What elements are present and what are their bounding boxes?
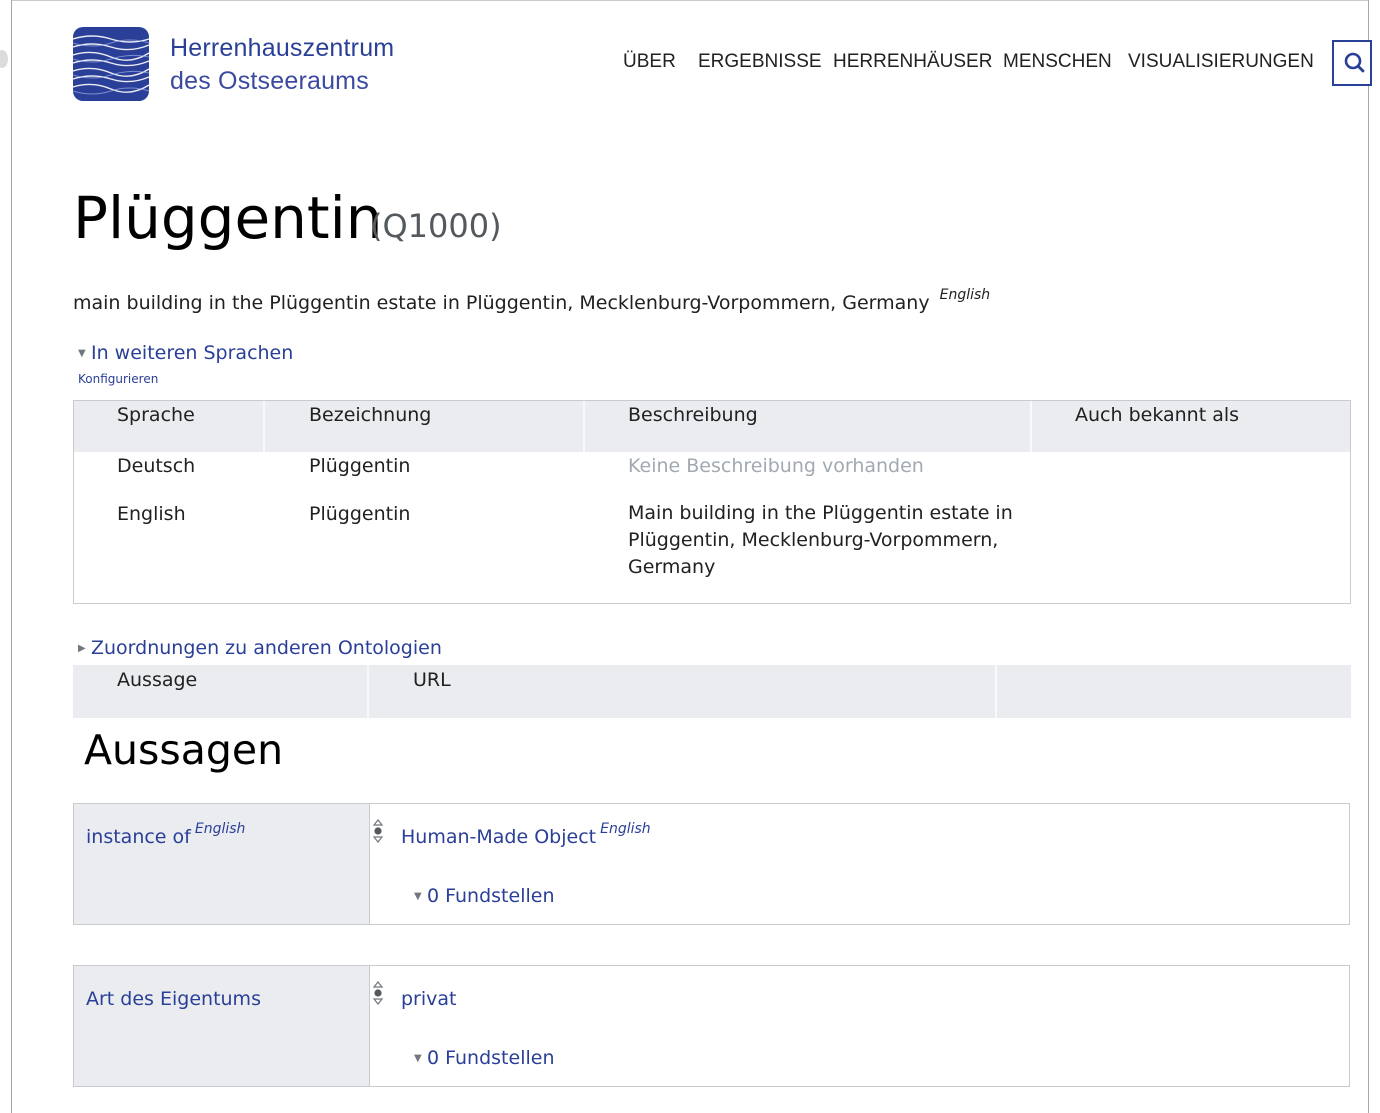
- column-header-sprache: Sprache: [117, 404, 195, 426]
- column-header-aussage: Aussage: [117, 669, 198, 691]
- nav-item-menschen[interactable]: MENSCHEN: [1003, 51, 1112, 73]
- item-description: main building in the Plüggentin estate i…: [73, 287, 990, 314]
- statement-value-link[interactable]: privat: [401, 988, 457, 1010]
- table-cell-language: English: [117, 503, 186, 525]
- table-cell-label: Plüggentin: [309, 503, 411, 525]
- column-header-url: URL: [413, 669, 451, 691]
- scroll-indicator: [0, 50, 8, 68]
- table-cell-label: Plüggentin: [309, 455, 411, 477]
- column-separator: [1030, 401, 1032, 452]
- rank-selector-icon[interactable]: [372, 817, 384, 845]
- references-label: 0 Fundstellen: [427, 1047, 555, 1069]
- column-separator: [367, 665, 369, 718]
- value-lang-tag: English: [600, 821, 651, 837]
- window-top-border: [11, 0, 1369, 1]
- triangle-down-icon: ▼: [414, 891, 422, 902]
- nav-item-ergebnisse[interactable]: ERGEBNISSE: [698, 51, 822, 73]
- nav-item-visualisierungen[interactable]: VISUALISIERUNGEN: [1128, 51, 1314, 73]
- references-toggle[interactable]: ▼ 0 Fundstellen: [414, 885, 555, 907]
- triangle-down-icon: ▼: [414, 1053, 422, 1064]
- column-separator: [263, 401, 265, 452]
- table-cell-description: Main building in the Plüggentin estate i…: [628, 502, 1013, 578]
- nav-item-ueber[interactable]: ÜBER: [623, 51, 676, 73]
- item-id: (Q1000): [370, 207, 502, 245]
- page-title: Plüggentin: [73, 184, 383, 252]
- value-label: Human-Made Object: [401, 826, 597, 848]
- other-languages-label: In weiteren Sprachen: [91, 342, 294, 364]
- column-separator: [995, 665, 997, 718]
- column-header-bezeichnung: Bezeichnung: [309, 404, 432, 426]
- table-cell-language: Deutsch: [117, 455, 196, 477]
- ontology-mappings-toggle[interactable]: ▶ Zuordnungen zu anderen Ontologien: [78, 637, 442, 659]
- configure-link[interactable]: Konfigurieren: [78, 372, 158, 386]
- description-lang-tag: English: [939, 287, 991, 303]
- references-toggle[interactable]: ▼ 0 Fundstellen: [414, 1047, 555, 1069]
- property-link[interactable]: Art des Eigentums: [86, 988, 261, 1010]
- waves-logo-icon: [73, 35, 149, 95]
- other-languages-toggle[interactable]: ▼ In weiteren Sprachen: [78, 342, 293, 364]
- statements-heading: Aussagen: [84, 726, 284, 774]
- property-label: instance of: [86, 826, 191, 848]
- property-lang-tag: English: [194, 821, 246, 837]
- triangle-right-icon: ▶: [78, 643, 86, 654]
- languages-table: Sprache Bezeichnung Beschreibung Auch be…: [73, 400, 1351, 604]
- statement-group: instance of English Human-Made Object Engl…: [73, 803, 1350, 925]
- window-right-border: [1368, 0, 1369, 1113]
- column-header-beschreibung: Beschreibung: [628, 404, 758, 426]
- languages-table-header: Sprache Bezeichnung Beschreibung Auch be…: [74, 401, 1350, 452]
- property-cell: Art des Eigentums: [74, 966, 370, 1086]
- search-button[interactable]: [1332, 40, 1372, 86]
- ontology-mappings-label: Zuordnungen zu anderen Ontologien: [91, 637, 442, 659]
- search-icon: [1344, 52, 1365, 73]
- brand-name-line2[interactable]: des Ostseeraums: [170, 67, 369, 96]
- rank-selector-icon[interactable]: [372, 979, 384, 1007]
- window-left-border: [11, 0, 12, 1113]
- triangle-down-icon: ▼: [78, 348, 86, 359]
- statement-group: Art des Eigentums privat ▼ 0 Fundstellen: [73, 965, 1350, 1087]
- brand-name-line1[interactable]: Herrenhauszentrum: [170, 34, 394, 63]
- mappings-table-header: Aussage URL: [73, 665, 1351, 718]
- site-logo[interactable]: [73, 27, 149, 101]
- property-link[interactable]: instance of English: [86, 821, 245, 848]
- description-text: main building in the Plüggentin estate i…: [73, 292, 930, 314]
- column-separator: [583, 401, 585, 452]
- references-label: 0 Fundstellen: [427, 885, 555, 907]
- table-cell-description: Keine Beschreibung vorhanden: [628, 455, 924, 477]
- statement-value-link[interactable]: Human-Made Object English: [401, 821, 651, 848]
- property-cell: instance of English: [74, 804, 370, 924]
- column-header-auch-bekannt-als: Auch bekannt als: [1075, 404, 1240, 426]
- nav-item-herrenhaeuser[interactable]: HERRENHÄUSER: [833, 51, 992, 73]
